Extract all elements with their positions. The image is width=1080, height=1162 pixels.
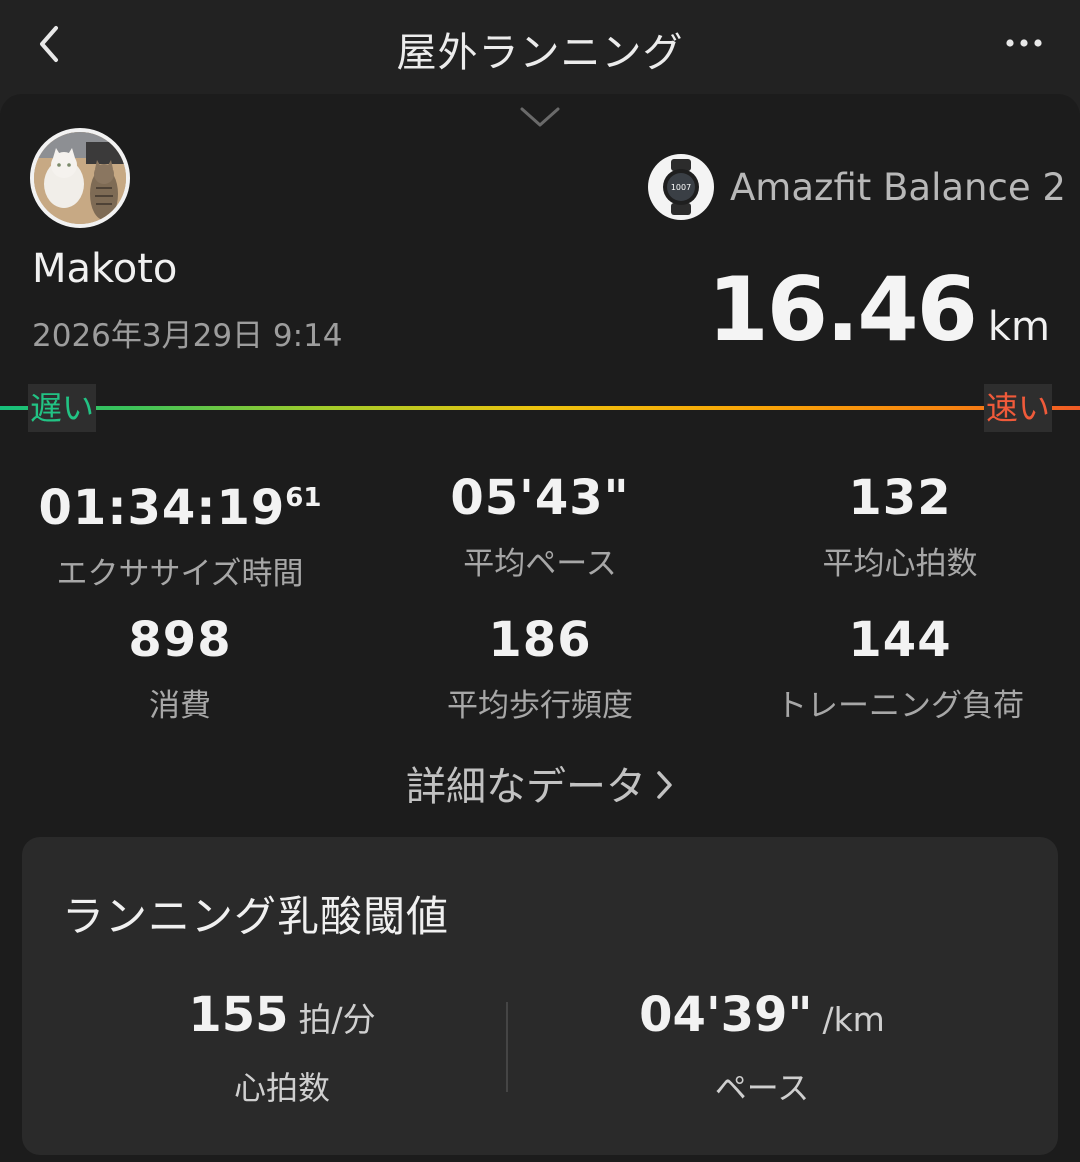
user-name: Makoto: [32, 246, 178, 292]
pace-gradient-bar: [0, 406, 1080, 410]
detailed-data-label: 詳細なデータ: [406, 764, 646, 810]
threshold-pace-unit: /km: [822, 1000, 885, 1039]
more-horizontal-icon: [1006, 39, 1042, 47]
threshold-heart-rate: 155 拍/分 心拍数: [62, 987, 502, 1109]
stat-label: 平均心拍数: [822, 546, 978, 582]
stat-average-heart-rate: 132 平均心拍数: [720, 470, 1080, 583]
threshold-heart-rate-label: 心拍数: [233, 1069, 330, 1107]
stat-value: 898: [128, 612, 232, 668]
more-options-button[interactable]: [994, 18, 1054, 68]
stat-label: 平均歩行頻度: [447, 688, 633, 724]
stat-value: 144: [848, 612, 952, 668]
stat-value: 186: [488, 612, 592, 668]
threshold-pace: 04'39" /km ペース: [542, 987, 982, 1109]
chevron-right-icon: [654, 766, 674, 812]
stat-label: 平均ペース: [463, 546, 617, 582]
avatar-cats-photo: [34, 132, 126, 224]
stat-label: 消費: [149, 688, 211, 724]
collapse-sheet-button[interactable]: [515, 100, 565, 134]
device-name[interactable]: Amazfit Balance 2: [730, 166, 1066, 209]
stat-value: 132: [848, 470, 952, 526]
watch-face-text: 1007: [671, 183, 691, 192]
distance-display: 16.46 km: [708, 258, 1051, 361]
detailed-data-link[interactable]: 詳細なデータ: [0, 754, 1080, 812]
smartwatch-icon: 1007: [663, 159, 699, 215]
stat-calories: 898 消費: [0, 612, 360, 725]
card-divider: [506, 1002, 508, 1092]
page-title: 屋外ランニング: [396, 30, 684, 76]
threshold-heart-rate-value: 155: [188, 987, 289, 1043]
stat-average-pace: 05'43" 平均ペース: [360, 470, 720, 583]
lactate-threshold-card[interactable]: ランニング乳酸閾値 155 拍/分 心拍数 04'39" /km ペース: [22, 837, 1058, 1155]
stat-training-load: 144 トレーニング負荷: [720, 612, 1080, 725]
stat-value: 01:34:1961: [0, 470, 360, 536]
distance-value: 16.46: [707, 258, 978, 361]
threshold-pace-value: 04'39": [639, 987, 813, 1043]
top-bar: 屋外ランニング: [0, 0, 1080, 94]
stat-value-suffix: 61: [285, 483, 322, 513]
workout-date: 2026年3月29日 9:14: [32, 318, 343, 354]
stat-exercise-time: 01:34:1961 エクササイズ時間: [0, 470, 360, 593]
stat-label: エクササイズ時間: [56, 556, 304, 592]
workout-summary-sheet: 1007 Amazfit Balance 2 Makoto 2026年3月29日…: [0, 94, 1080, 1162]
stat-value: 05'43": [450, 470, 630, 526]
card-title: ランニング乳酸閾値: [62, 892, 450, 941]
threshold-heart-rate-unit: 拍/分: [298, 1000, 376, 1039]
chevron-down-icon: [520, 107, 560, 127]
stat-average-cadence: 186 平均歩行頻度: [360, 612, 720, 725]
stat-label: トレーニング負荷: [776, 688, 1024, 724]
pace-fast-label: 速い: [983, 384, 1052, 432]
stat-value-main: 01:34:19: [38, 480, 286, 536]
distance-unit: km: [987, 304, 1050, 350]
threshold-pace-label: ペース: [714, 1069, 810, 1107]
pace-slow-label: 遅い: [28, 384, 97, 432]
device-smartwatch-icon: 1007: [648, 154, 714, 220]
user-avatar[interactable]: [30, 128, 130, 228]
